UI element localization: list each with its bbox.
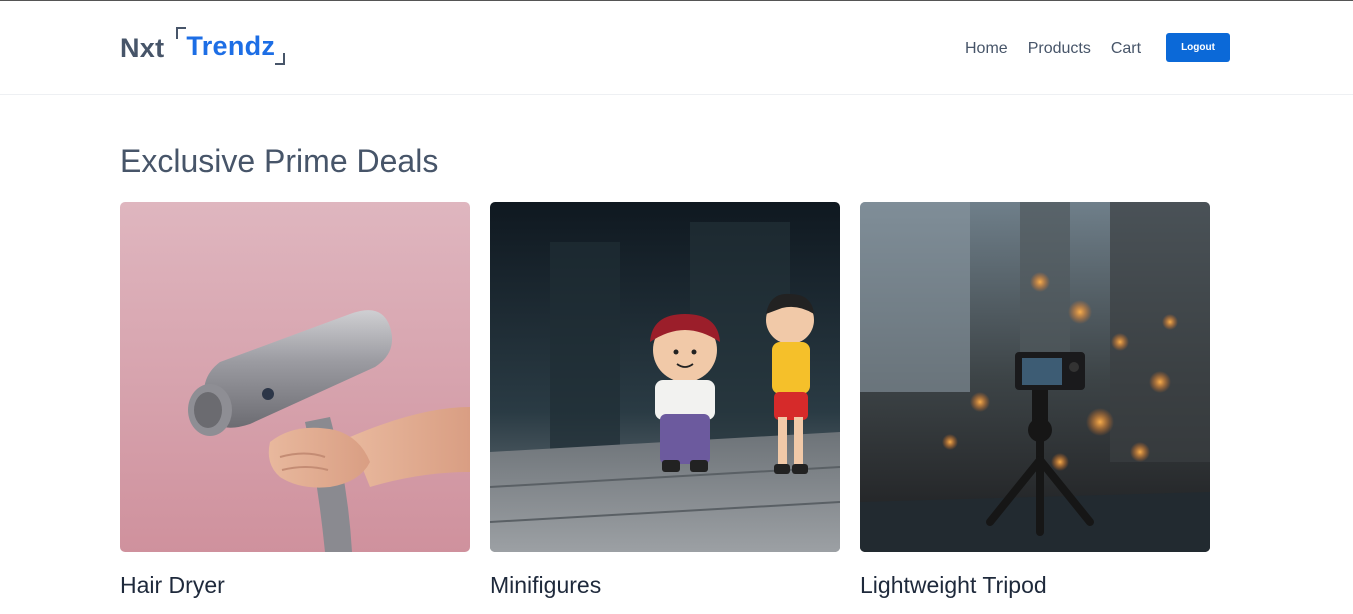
brand-logo-trendz-frame: Trendz — [176, 27, 286, 65]
navbar: Nxt Trendz Home Products Cart Logout — [0, 1, 1353, 95]
minifigures-image[interactable] — [490, 202, 840, 552]
deal-card-title: Lightweight Tripod — [860, 572, 1047, 598]
brand-logo[interactable]: Nxt Trendz — [120, 27, 286, 67]
bracket-bottom-right-icon — [275, 53, 286, 65]
bracket-top-left-icon — [176, 27, 187, 39]
logout-button[interactable]: Logout — [1166, 33, 1230, 62]
section-title: Exclusive Prime Deals — [120, 143, 439, 179]
deal-card-title: Minifigures — [490, 572, 602, 598]
brand-logo-nxt: Nxt — [120, 33, 165, 63]
deal-card[interactable]: Minifigures — [490, 202, 840, 599]
deal-card[interactable]: Lightweight Tripod — [860, 202, 1210, 599]
nav-link-cart[interactable]: Cart — [1111, 40, 1141, 58]
nav-link-home[interactable]: Home — [965, 40, 1008, 58]
brand-logo-trendz: Trendz — [186, 31, 276, 61]
deal-card[interactable]: Hair Dryer — [120, 202, 470, 599]
tripod-image[interactable] — [860, 202, 1210, 552]
hair-dryer-image[interactable] — [120, 202, 470, 552]
nav-links: Home Products Cart — [965, 40, 1161, 58]
deal-card-title: Hair Dryer — [120, 572, 225, 598]
nav-link-products[interactable]: Products — [1028, 40, 1091, 58]
